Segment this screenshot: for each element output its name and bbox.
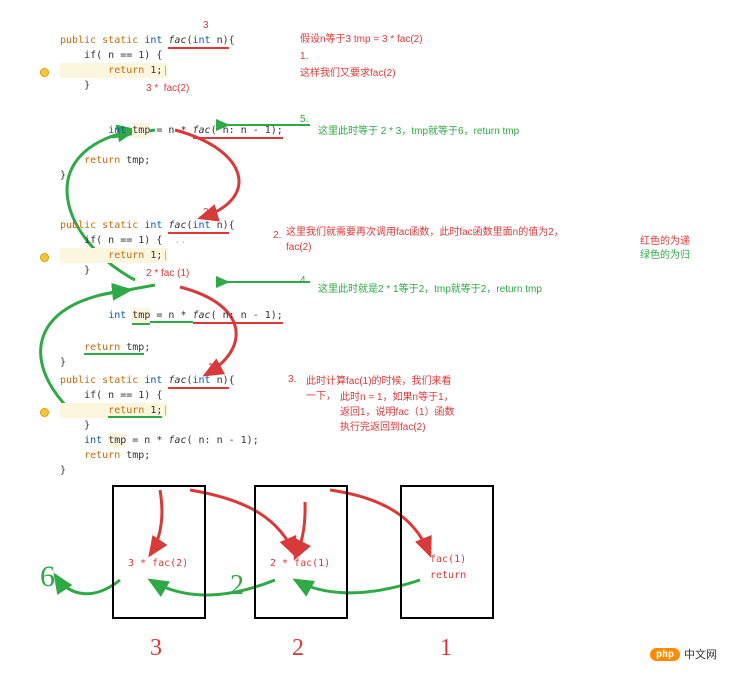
step3b-text: 此时n = 1，如果n等于1，返回1，说明fac（1）函数执行完返回到fac(2… — [340, 390, 460, 435]
bottom-num-1: 3 — [150, 635, 162, 662]
bottom-num-2: 2 — [292, 635, 304, 662]
step5-text: 这里此时等于 2 * 3，tmp就等于6，return tmp — [318, 122, 618, 137]
step2-num: 2. — [273, 230, 281, 241]
code-block-1: public static int fac(int n){ if( n == 1… — [60, 33, 283, 183]
param-val-2: 2 — [203, 207, 209, 218]
stack1-label: 3 * fac(2) — [128, 558, 188, 569]
code-block-3: public static int fac(int n){ if( n == 1… — [60, 373, 259, 478]
stack-box-2 — [254, 485, 348, 619]
inline-expr-2: 2 * fac (1) — [146, 266, 189, 281]
result-6: 6 — [40, 560, 55, 594]
stack2-label: 2 * fac(1) — [270, 558, 330, 569]
stack-box-1 — [112, 485, 206, 619]
param-val-1: 3 — [203, 20, 209, 31]
param-val-3: 1 — [208, 362, 214, 373]
stack3a-label: fac(1) — [430, 554, 466, 565]
bottom-num-3: 1 — [440, 635, 452, 662]
step3-num: 3. — [288, 374, 296, 385]
lightbulb-icon — [40, 68, 49, 77]
result-2: 2 — [230, 570, 244, 602]
step2-text: 这里我们就需要再次调用fac函数，此时fac函数里面n的值为2，fac(2) — [286, 225, 586, 255]
step5-num: 5. — [300, 114, 308, 125]
lightbulb-icon — [40, 408, 49, 417]
legend-green: 绿色的为归 — [640, 246, 690, 261]
code-block-2: public static int fac(int n){ if( n == 1… — [60, 218, 283, 370]
stack3b-label: return — [430, 570, 466, 581]
lightbulb-icon — [40, 253, 49, 262]
note-step-1: 假设n等于3 tmp = 3 * fac(2) 1. 这样我们又要求fac(2) — [300, 30, 560, 79]
step4-num: 4. — [300, 275, 308, 286]
step4-text: 这里此时就是2 * 1等于2，tmp就等于2，return tmp — [318, 280, 618, 295]
stack-box-3 — [400, 485, 494, 619]
inline-expr-1: 3 * fac(2) — [146, 81, 189, 96]
legend-red: 红色的为递 — [640, 232, 690, 247]
site-logo: php 中文网 — [650, 646, 717, 662]
